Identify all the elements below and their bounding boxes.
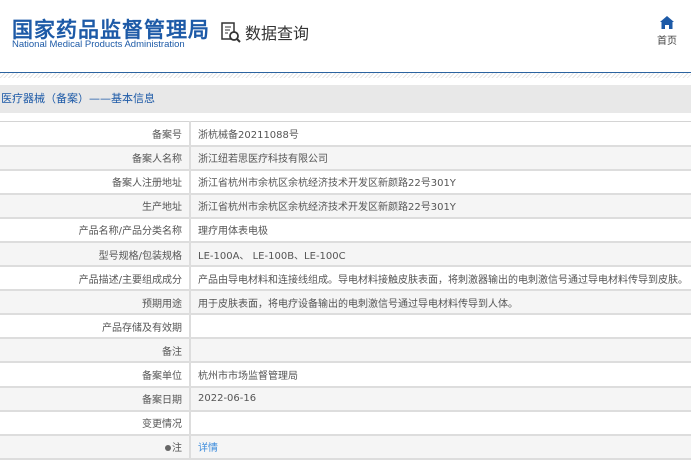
row-label-text: 变更情况 (142, 419, 182, 431)
row-value: 2022-06-16 (190, 386, 691, 412)
data-query-link[interactable]: 数据查询 (220, 20, 309, 44)
details-link[interactable]: 详情 (198, 443, 218, 454)
table-row: 产品描述/主要组成成分 产品由导电材料和连接线组成。导电材料接触皮肤表面，将刺激器… (0, 266, 691, 292)
row-value-text: 产品由导电材料和连接线组成。导电材料接触皮肤表面，将刺激器输出的电刺激信号通过导… (198, 274, 688, 286)
row-label: 产品名称/产品分类名称 (0, 217, 191, 243)
table-row: 备案人名称 浙江纽若思医疗科技有限公司 (0, 145, 691, 171)
home-icon (660, 16, 674, 29)
row-label: 生产地址 (0, 193, 191, 219)
home-link[interactable]: 首页 (652, 16, 682, 47)
row-value-text: 理疗用体表电极 (198, 226, 268, 238)
row-value-text: 浙杭械备20211088号 (198, 129, 299, 141)
row-value (190, 338, 691, 364)
row-label-text: 产品名称/产品分类名称 (78, 226, 182, 238)
row-label-text: 备案号 (152, 129, 182, 141)
row-value: 浙江省杭州市余杭区余杭经济技术开发区新颜路22号301Y (190, 169, 691, 195)
row-label: 备案号 (0, 121, 191, 147)
table-row: 生产地址 浙江省杭州市余杭区余杭经济技术开发区新颜路22号301Y (0, 193, 691, 219)
row-value: 浙杭械备20211088号 (190, 121, 691, 147)
row-label-text: 备案人名称 (132, 154, 182, 166)
table-row: 备案单位 杭州市市场监督管理局 (0, 362, 691, 388)
table-row: 预期用途 用于皮肤表面，将电疗设备输出的电刺激信号通过导电材料传导到人体。 (0, 290, 691, 316)
row-label-text: 备案日期 (142, 395, 182, 407)
row-value: 杭州市市场监督管理局 (190, 362, 691, 388)
row-value-text: 2022-06-16 (198, 393, 257, 405)
row-label: 变更情况 (0, 410, 191, 436)
table-row: 备注 (0, 338, 691, 364)
row-value: 浙江纽若思医疗科技有限公司 (190, 145, 691, 171)
header: 国家药品监督管理局 National Medical Products Admi… (0, 0, 691, 72)
row-label: 备注 (0, 338, 191, 364)
row-value-text: 浙江纽若思医疗科技有限公司 (198, 154, 328, 166)
data-query-label: 数据查询 (245, 24, 310, 43)
table-row: 变更情况 (0, 410, 691, 436)
hatch-divider (0, 73, 691, 78)
row-label-text: 型号规格/包装规格 (98, 250, 182, 262)
row-label-text: 预期用途 (142, 298, 182, 310)
row-label-text: 备注 (162, 346, 182, 358)
row-label-text: 备案人注册地址 (112, 178, 182, 190)
row-value: 用于皮肤表面，将电疗设备输出的电刺激信号通过导电材料传导到人体。 (190, 290, 691, 316)
pin-icon (165, 445, 171, 452)
row-value-text: 用于皮肤表面，将电疗设备输出的电刺激信号通过导电材料传导到人体。 (198, 298, 518, 310)
row-value (190, 314, 691, 340)
row-value: 浙江省杭州市余杭区余杭经济技术开发区新颜路22号301Y (190, 193, 691, 219)
row-label-text: 注 (172, 443, 182, 455)
table-row: 备案号 浙杭械备20211088号 (0, 121, 691, 147)
section-title: 医疗器械（备案）——基本信息 (0, 85, 691, 113)
row-label-text: 产品存储及有效期 (102, 322, 182, 334)
table-row: 产品名称/产品分类名称 理疗用体表电极 (0, 217, 691, 243)
table-row: 注 详情 (0, 434, 691, 460)
row-value (190, 410, 691, 436)
table-row: 产品存储及有效期 (0, 314, 691, 340)
row-value-text: 浙江省杭州市余杭区余杭经济技术开发区新颜路22号301Y (198, 178, 456, 190)
table-row: 备案人注册地址 浙江省杭州市余杭区余杭经济技术开发区新颜路22号301Y (0, 169, 691, 195)
info-table: 备案号 浙杭械备20211088号备案人名称 浙江纽若思医疗科技有限公司备案人注册地… (0, 121, 691, 460)
row-label: 注 (0, 434, 191, 460)
row-label: 备案人名称 (0, 145, 191, 171)
row-label-text: 备案单位 (142, 370, 182, 382)
table-row: 型号规格/包装规格 LE-100A、 LE-100B、LE-100C (0, 241, 691, 268)
row-label: 备案日期 (0, 386, 191, 412)
row-label-text: 生产地址 (142, 202, 182, 214)
row-label: 产品存储及有效期 (0, 314, 191, 340)
row-value-text: LE-100A、 LE-100B、LE-100C (198, 250, 346, 262)
row-label: 预期用途 (0, 290, 191, 316)
document-search-icon (221, 22, 241, 43)
home-label: 首页 (657, 36, 677, 47)
row-label: 产品描述/主要组成成分 (0, 266, 191, 292)
row-label: 备案人注册地址 (0, 169, 191, 195)
row-label-text: 产品描述/主要组成成分 (78, 274, 182, 286)
table-row: 备案日期 2022-06-16 (0, 386, 691, 412)
row-value-text: 浙江省杭州市余杭区余杭经济技术开发区新颜路22号301Y (198, 202, 456, 214)
row-label: 型号规格/包装规格 (0, 241, 191, 268)
row-value: 理疗用体表电极 (190, 217, 691, 243)
row-value: LE-100A、 LE-100B、LE-100C (190, 241, 691, 268)
row-value: 产品由导电材料和连接线组成。导电材料接触皮肤表面，将刺激器输出的电刺激信号通过导… (190, 266, 691, 292)
row-label: 备案单位 (0, 362, 191, 388)
row-value-text: 杭州市市场监督管理局 (198, 370, 298, 382)
logo-subtitle: National Medical Products Administration (12, 39, 185, 50)
row-value: 详情 (190, 434, 691, 460)
